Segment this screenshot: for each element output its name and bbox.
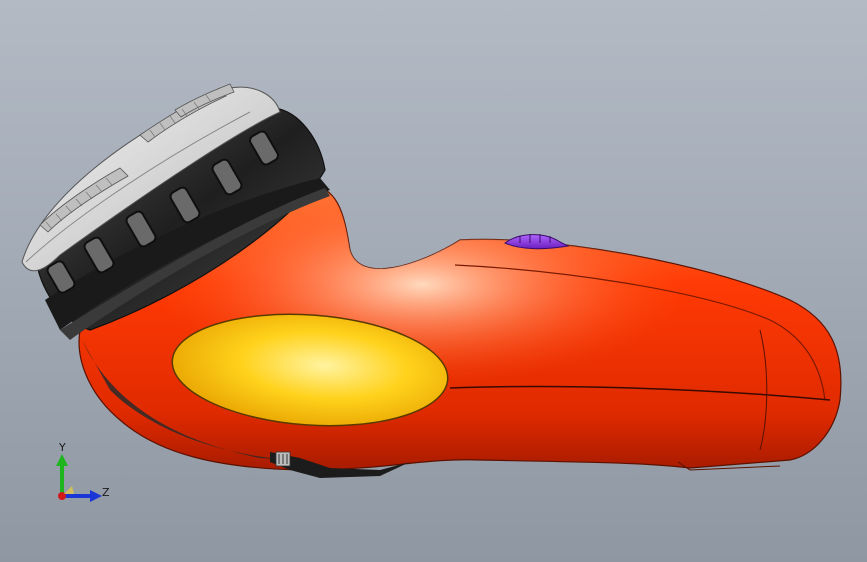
y-axis-label: Y <box>59 441 66 454</box>
origin-plane <box>64 486 74 494</box>
shaver-model[interactable] <box>0 0 867 562</box>
z-axis-label: Z <box>102 486 110 499</box>
axis-triad: Y Z <box>48 438 118 508</box>
y-axis-arrow <box>56 454 68 466</box>
power-button <box>504 234 570 250</box>
cad-viewport[interactable]: Y Z <box>0 0 867 562</box>
z-axis-arrow <box>90 490 102 502</box>
